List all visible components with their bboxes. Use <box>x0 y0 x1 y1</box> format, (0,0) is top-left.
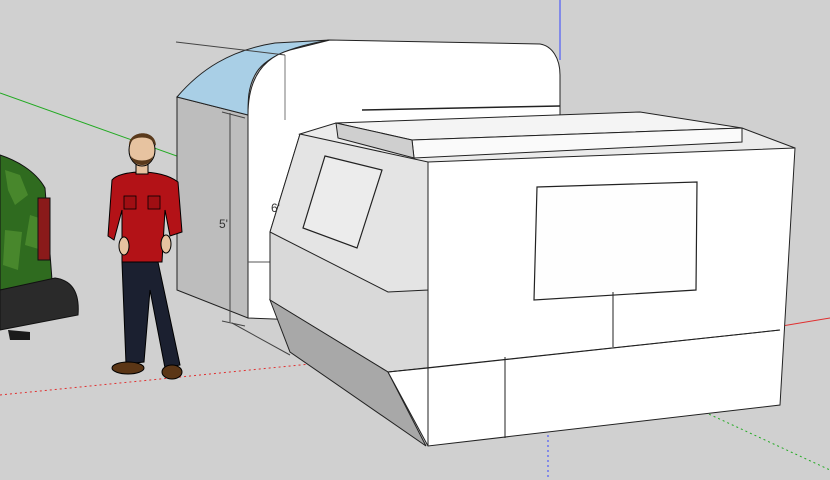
figure-right-pocket <box>147 195 161 210</box>
front-module-front-window[interactable] <box>533 181 698 301</box>
vehicle-tail-light <box>37 197 51 261</box>
green-axis-dotted <box>699 409 830 471</box>
dimension-width-label[interactable]: 6' <box>271 201 280 215</box>
figure-left-shoe <box>111 361 145 375</box>
scene-canvas[interactable]: 5' 6' <box>0 0 830 480</box>
dimension-height-label[interactable]: 5' <box>219 217 228 231</box>
figure-left-hand <box>118 236 130 256</box>
figure-left-pocket <box>123 195 137 210</box>
figure-right-shoe <box>161 364 183 380</box>
camo-vehicle[interactable] <box>0 154 79 340</box>
vehicle-hitch <box>8 330 30 340</box>
figure-legs <box>121 261 181 369</box>
figure-right-hand <box>160 234 172 254</box>
modeling-viewport[interactable]: 5' 6' <box>0 0 830 480</box>
front-main-module[interactable] <box>269 111 796 447</box>
scale-figure[interactable] <box>107 133 183 380</box>
rear-cab-left-face <box>176 96 249 319</box>
